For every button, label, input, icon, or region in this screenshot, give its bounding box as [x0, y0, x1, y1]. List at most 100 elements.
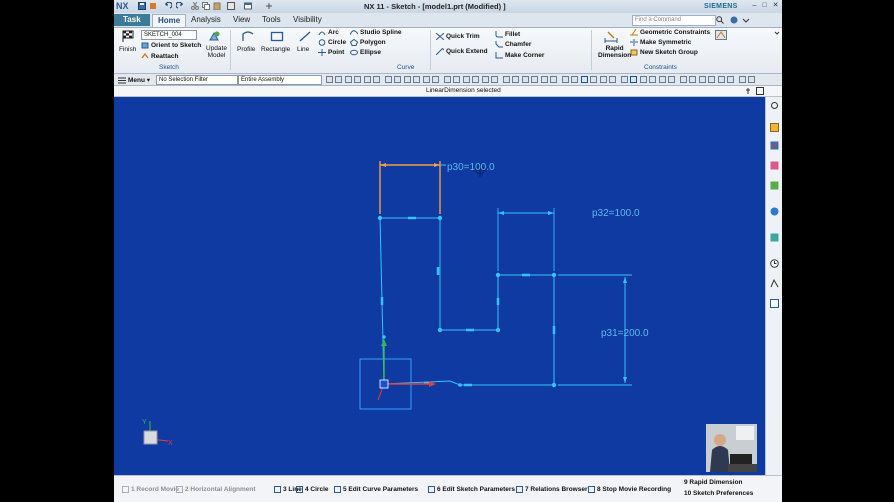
- save-all-icon[interactable]: [149, 2, 157, 10]
- snap-grid-icon[interactable]: [472, 76, 480, 83]
- tab-analysis[interactable]: Analysis: [186, 14, 226, 26]
- snap-on-curve-icon[interactable]: [403, 76, 411, 83]
- line-icon[interactable]: [298, 30, 312, 43]
- snap-arc-center-icon[interactable]: [413, 76, 421, 83]
- snap-grid-icon[interactable]: [630, 76, 638, 83]
- redo-icon[interactable]: [176, 2, 184, 10]
- new-sketch-group-button[interactable]: New Sketch Group: [630, 49, 698, 56]
- orient-to-sketch-button[interactable]: Orient to Sketch: [141, 42, 201, 49]
- chamfer-button[interactable]: Chamfer: [495, 41, 531, 48]
- select-point-icon[interactable]: [649, 76, 657, 83]
- snap-bounded-icon[interactable]: [453, 76, 461, 83]
- snap-tangent-icon[interactable]: [739, 76, 746, 83]
- dimension-p30[interactable]: p30=100.0: [447, 162, 495, 173]
- copy-icon[interactable]: [202, 2, 210, 10]
- line-button[interactable]: Line: [297, 46, 309, 53]
- snap-arc-center-icon[interactable]: [571, 76, 579, 83]
- tab-view[interactable]: View: [228, 14, 255, 26]
- select-curve-icon[interactable]: [639, 76, 647, 83]
- profile-button[interactable]: Profile: [237, 46, 255, 53]
- profile-icon[interactable]: [241, 30, 255, 43]
- clock-icon[interactable]: [770, 259, 779, 268]
- snap-existing-icon[interactable]: [394, 76, 402, 83]
- snap-intersect-icon[interactable]: [531, 76, 539, 83]
- sketch-name-select[interactable]: SKETCH_004: [141, 30, 197, 40]
- snap-end-icon[interactable]: [503, 76, 510, 83]
- tab-task[interactable]: Task: [114, 14, 150, 26]
- process-studio-icon[interactable]: [770, 279, 779, 288]
- make-corner-button[interactable]: Make Corner: [495, 52, 544, 59]
- snap-existing-icon[interactable]: [708, 76, 716, 83]
- snap-quadrant-icon[interactable]: [540, 76, 548, 83]
- snap-end-icon[interactable]: [658, 76, 666, 83]
- selection-filter-select[interactable]: No Selection Filter: [156, 75, 238, 85]
- sketch-csys[interactable]: [359, 339, 436, 410]
- snap-on-curve-icon[interactable]: [717, 76, 725, 83]
- snap-control-icon[interactable]: [599, 76, 607, 83]
- snap-tangent-icon[interactable]: [580, 76, 588, 83]
- snap-quadrant-icon[interactable]: [698, 76, 706, 83]
- snap-tangent-icon[interactable]: [422, 76, 430, 83]
- cut-icon[interactable]: [191, 2, 199, 10]
- select-curve-icon[interactable]: [481, 76, 489, 83]
- constraint-navigator-icon[interactable]: [770, 141, 779, 150]
- repeat-command-icon[interactable]: [227, 2, 235, 10]
- snap-pole-icon[interactable]: [432, 76, 439, 83]
- save-icon[interactable]: [138, 2, 146, 10]
- snap-face-icon[interactable]: [462, 76, 470, 83]
- point-button[interactable]: Point: [318, 49, 344, 56]
- snap-mid-icon[interactable]: [668, 76, 675, 83]
- select-curve-icon[interactable]: [326, 76, 333, 83]
- update-model-button[interactable]: Update Model: [206, 45, 227, 59]
- update-model-icon[interactable]: [207, 30, 221, 43]
- snap-mid-icon[interactable]: [512, 76, 520, 83]
- web-browser-icon[interactable]: [770, 207, 779, 216]
- show-constraints-icon[interactable]: [715, 30, 727, 40]
- touch-mode-icon[interactable]: [265, 2, 273, 10]
- menu-button[interactable]: Menu ▾: [118, 76, 150, 84]
- rectangle-icon[interactable]: [270, 30, 284, 43]
- circle-button[interactable]: Circle: [318, 39, 346, 46]
- snap-intersect-icon[interactable]: [689, 76, 697, 83]
- graphics-window[interactable]: Y X p30=100.0 p32=100.0 p31=200.0: [114, 97, 765, 475]
- close-button[interactable]: ✕: [771, 2, 780, 10]
- ribbon-expand-icon[interactable]: [774, 30, 780, 36]
- roles-icon[interactable]: [770, 299, 779, 308]
- snap-face-icon[interactable]: [621, 76, 628, 83]
- snap-end-icon[interactable]: [344, 76, 352, 83]
- settings-icon[interactable]: [770, 101, 779, 110]
- fillet-button[interactable]: Fillet: [495, 31, 520, 38]
- snap-bounded-icon[interactable]: [609, 76, 616, 83]
- assembly-scope-select[interactable]: Entire Assembly: [238, 75, 322, 85]
- quick-trim-button[interactable]: Quick Trim: [436, 33, 480, 40]
- polygon-button[interactable]: Polygon: [350, 39, 386, 46]
- select-point-icon[interactable]: [491, 76, 498, 83]
- arc-button[interactable]: Arc: [318, 29, 339, 36]
- part-navigator-icon[interactable]: [770, 161, 779, 170]
- search-icon[interactable]: [716, 16, 724, 24]
- studio-spline-button[interactable]: Studio Spline: [350, 29, 402, 36]
- minimize-button[interactable]: –: [750, 2, 759, 10]
- undo-icon[interactable]: [164, 2, 172, 10]
- sketch-drawing[interactable]: Y X p30=100.0 p32=100.0 p31=200.0: [114, 97, 765, 475]
- reattach-button[interactable]: Reattach: [141, 53, 178, 60]
- dimension-p31[interactable]: p31=200.0: [601, 328, 649, 339]
- finish-flag-icon[interactable]: [121, 30, 135, 43]
- rapid-dimension-button[interactable]: Rapid Dimension: [598, 45, 631, 59]
- command-search-input[interactable]: Find a Command: [632, 15, 716, 26]
- snap-center-icon[interactable]: [521, 76, 529, 83]
- tab-tools[interactable]: Tools: [257, 14, 286, 26]
- dimension-p32[interactable]: p32=100.0: [592, 208, 640, 219]
- snap-control-icon[interactable]: [444, 76, 451, 83]
- reuse-library-icon[interactable]: [770, 181, 779, 190]
- snap-center-icon[interactable]: [680, 76, 687, 83]
- ellipse-button[interactable]: Ellipse: [350, 49, 381, 56]
- window-icon[interactable]: [244, 2, 252, 10]
- pin-icon[interactable]: [744, 87, 752, 95]
- snap-pole-icon[interactable]: [748, 76, 756, 83]
- assembly-navigator-icon[interactable]: [770, 123, 779, 132]
- maximize-button[interactable]: □: [760, 2, 769, 10]
- sketch-profile[interactable]: [379, 217, 555, 386]
- tab-home[interactable]: Home: [152, 14, 187, 27]
- paste-icon[interactable]: [213, 2, 221, 10]
